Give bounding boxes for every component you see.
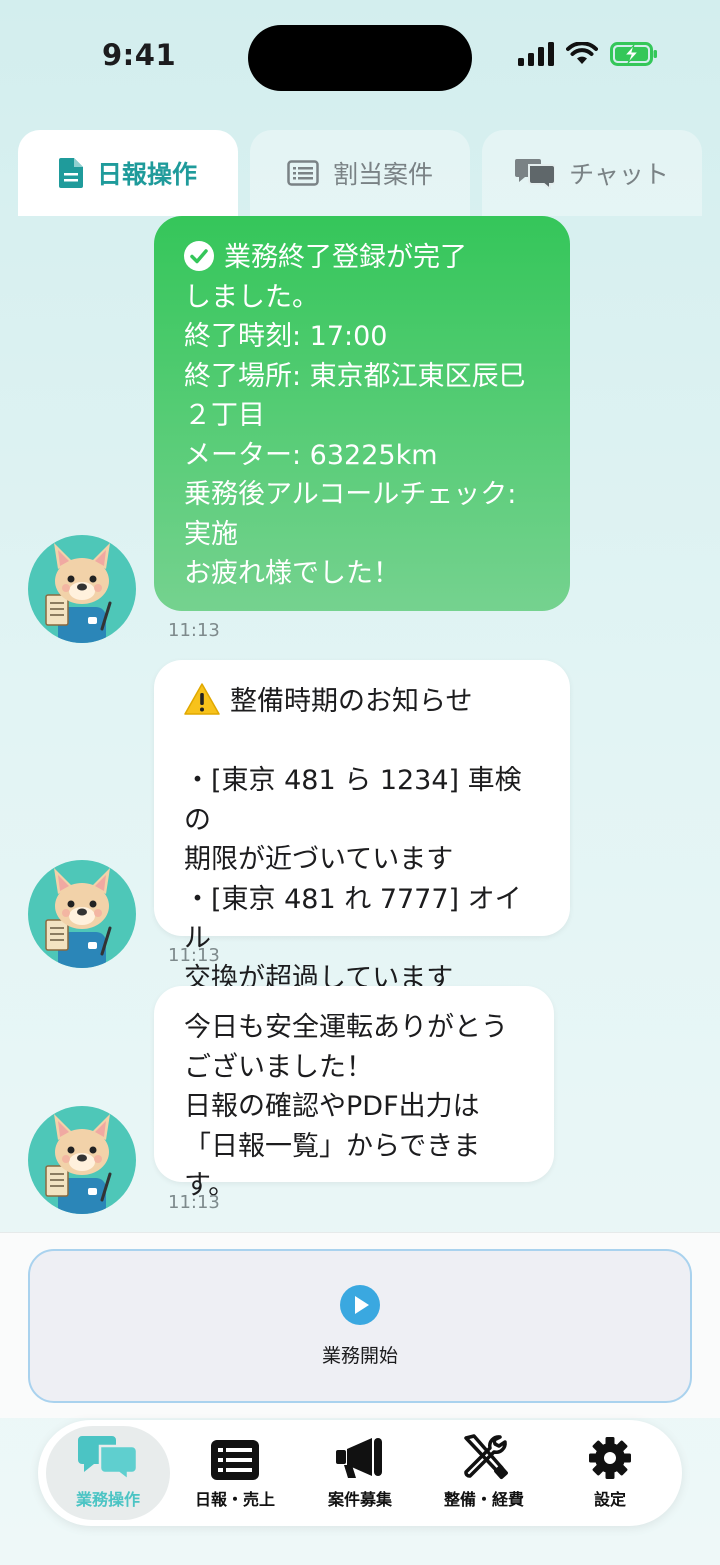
dog-mascot-icon: [45, 543, 112, 643]
message-bubble: 今日も安全運転ありがとう ございました！ 日報の確認やPDF出力は 「日報一覧」…: [154, 986, 554, 1201]
message-time: 11:13: [168, 620, 220, 641]
message-bubble: 整備時期のお知らせ ・[東京 481 ら 1234] 車検の 期限が近づいていま…: [154, 660, 570, 994]
start-work-label: 業務開始: [321, 1344, 398, 1367]
message-text: 整備時期のお知らせ ・[東京 481 ら 1234] 車検の 期限が近づいていま…: [184, 686, 522, 994]
message-text: 業務終了登録が完了 しました。 終了時刻: 17:00 終了場所: 東京都江東区…: [184, 242, 526, 589]
dog-mascot-icon: [45, 1114, 112, 1214]
tab-chat[interactable]: チャット: [482, 130, 702, 216]
nav-work-operations[interactable]: 業務操作: [46, 1426, 170, 1520]
nav-label: 整備・経費: [443, 1490, 524, 1509]
bot-avatar: [28, 860, 136, 968]
nav-report-sales[interactable]: 日報・売上: [173, 1426, 297, 1520]
start-work-button[interactable]: 業務開始: [28, 1249, 692, 1403]
bot-avatar: [28, 535, 136, 643]
signal-icon: [518, 42, 554, 66]
document-icon: [58, 158, 83, 188]
dynamic-island: [248, 25, 472, 91]
nav-label: 案件募集: [327, 1490, 392, 1509]
megaphone-icon: [336, 1438, 382, 1478]
status-icons: [518, 42, 658, 66]
tab-assigned-jobs[interactable]: 割当案件: [250, 130, 470, 216]
tab-label: 割当案件: [332, 160, 433, 189]
chat-bubbles-icon: [515, 159, 556, 189]
status-time: 9:41: [102, 38, 177, 72]
nav-job-recruit[interactable]: 案件募集: [298, 1426, 422, 1520]
nav-label: 設定: [593, 1490, 626, 1509]
tab-daily-report[interactable]: 日報操作: [18, 130, 238, 216]
bot-avatar: [28, 1106, 136, 1214]
nav-maintenance-expenses[interactable]: 整備・経費: [422, 1426, 546, 1520]
dog-mascot-icon: [45, 868, 112, 968]
chat-bubbles-icon: [78, 1436, 138, 1480]
message-bubble: 業務終了登録が完了 しました。 終了時刻: 17:00 終了場所: 東京都江東区…: [154, 216, 570, 611]
play-icon: [340, 1284, 380, 1325]
gear-icon: [589, 1437, 631, 1479]
message-text: 今日も安全運転ありがとう ございました！ 日報の確認やPDF出力は 「日報一覧」…: [184, 1012, 508, 1201]
check-circle-icon: [184, 241, 214, 271]
nav-label: 業務操作: [75, 1490, 140, 1509]
tab-label: 日報操作: [96, 160, 197, 189]
wifi-icon: [566, 42, 598, 64]
battery-charging-icon: [610, 42, 657, 66]
tab-label: チャット: [569, 160, 669, 189]
message-time: 11:13: [168, 945, 220, 966]
action-area: 業務開始: [0, 1232, 720, 1418]
nav-label: 日報・売上: [194, 1490, 275, 1509]
bottom-nav: 業務操作 日報・売上 案件募集 整備・経費 設定: [38, 1420, 682, 1526]
list-icon: [211, 1440, 259, 1480]
warning-icon: [184, 683, 220, 715]
list-icon: [287, 160, 319, 186]
message-time: 11:13: [168, 1192, 220, 1213]
tools-icon: [464, 1434, 508, 1479]
nav-settings[interactable]: 設定: [548, 1426, 672, 1520]
